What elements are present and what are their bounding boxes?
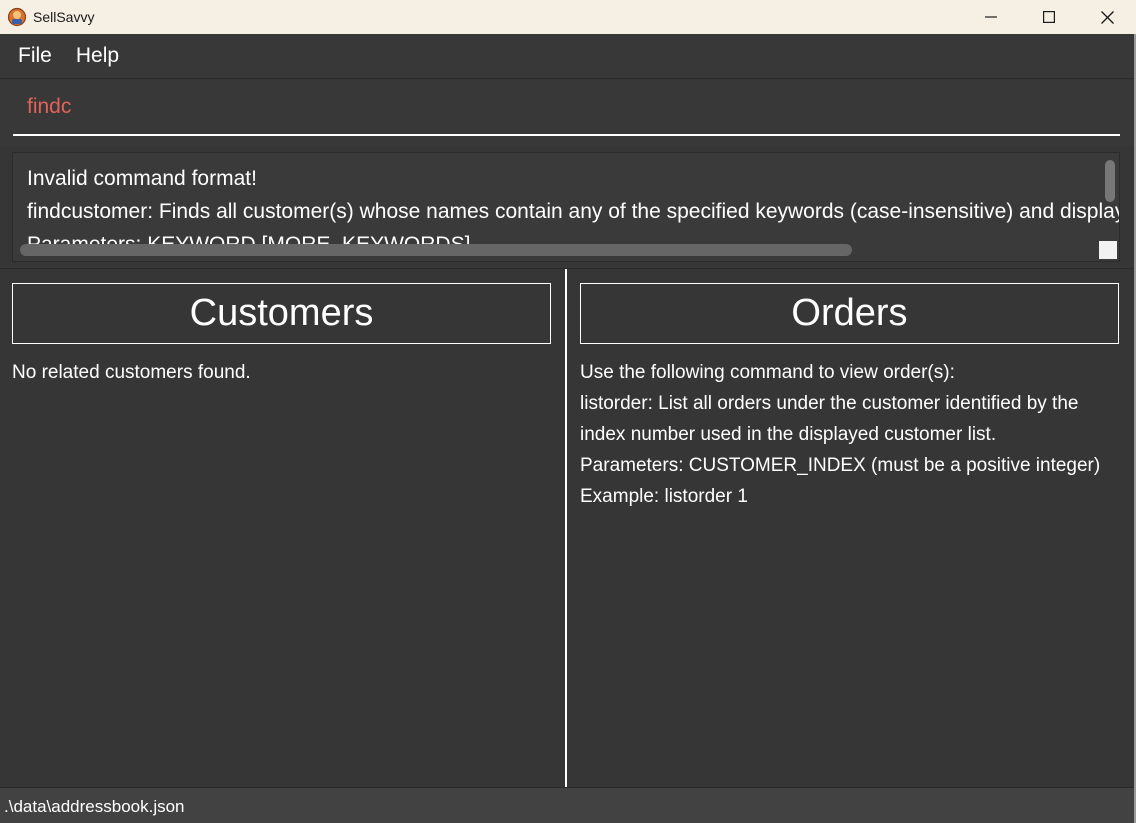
- result-display[interactable]: Invalid command format! findcustomer: Fi…: [12, 152, 1120, 262]
- command-area: [0, 80, 1134, 146]
- orders-help-line: listorder: List all orders under the cus…: [580, 393, 1079, 414]
- orders-header: Orders: [580, 283, 1119, 344]
- data-file-path: .\data\addressbook.json: [4, 797, 185, 816]
- window-title: SellSavvy: [33, 9, 95, 25]
- close-button[interactable]: [1078, 0, 1136, 34]
- orders-help-line: Use the following command to view order(…: [580, 362, 955, 383]
- status-bar: .\data\addressbook.json: [0, 787, 1134, 823]
- result-line: Invalid command format!: [27, 167, 257, 190]
- customers-empty-message: No related customers found.: [12, 362, 251, 383]
- orders-list[interactable]: Use the following command to view order(…: [580, 357, 1120, 512]
- scroll-corner: [1099, 241, 1117, 259]
- menu-help[interactable]: Help: [64, 44, 131, 68]
- customers-header: Customers: [12, 283, 551, 344]
- orders-help-line: Example: listorder 1: [580, 486, 748, 507]
- panels-border: [0, 268, 1134, 269]
- title-bar: SellSavvy: [0, 0, 1136, 34]
- menu-file[interactable]: File: [0, 44, 64, 68]
- orders-help-line: index number used in the displayed custo…: [580, 424, 997, 445]
- minimize-icon: [985, 16, 997, 18]
- command-input[interactable]: [13, 80, 1120, 136]
- menu-bar: File Help: [0, 34, 1134, 79]
- maximize-button[interactable]: [1020, 0, 1078, 34]
- result-line: findcustomer: Finds all customer(s) whos…: [27, 200, 1120, 223]
- horizontal-scrollbar[interactable]: [20, 244, 852, 256]
- customers-list[interactable]: No related customers found.: [12, 357, 552, 388]
- close-icon: [1100, 10, 1114, 24]
- app-icon: [7, 7, 27, 27]
- maximize-icon: [1043, 11, 1055, 23]
- vertical-scrollbar[interactable]: [1105, 160, 1115, 202]
- orders-help-line: Parameters: CUSTOMER_INDEX (must be a po…: [580, 455, 1101, 476]
- minimize-button[interactable]: [962, 0, 1020, 34]
- panel-divider[interactable]: [565, 269, 567, 787]
